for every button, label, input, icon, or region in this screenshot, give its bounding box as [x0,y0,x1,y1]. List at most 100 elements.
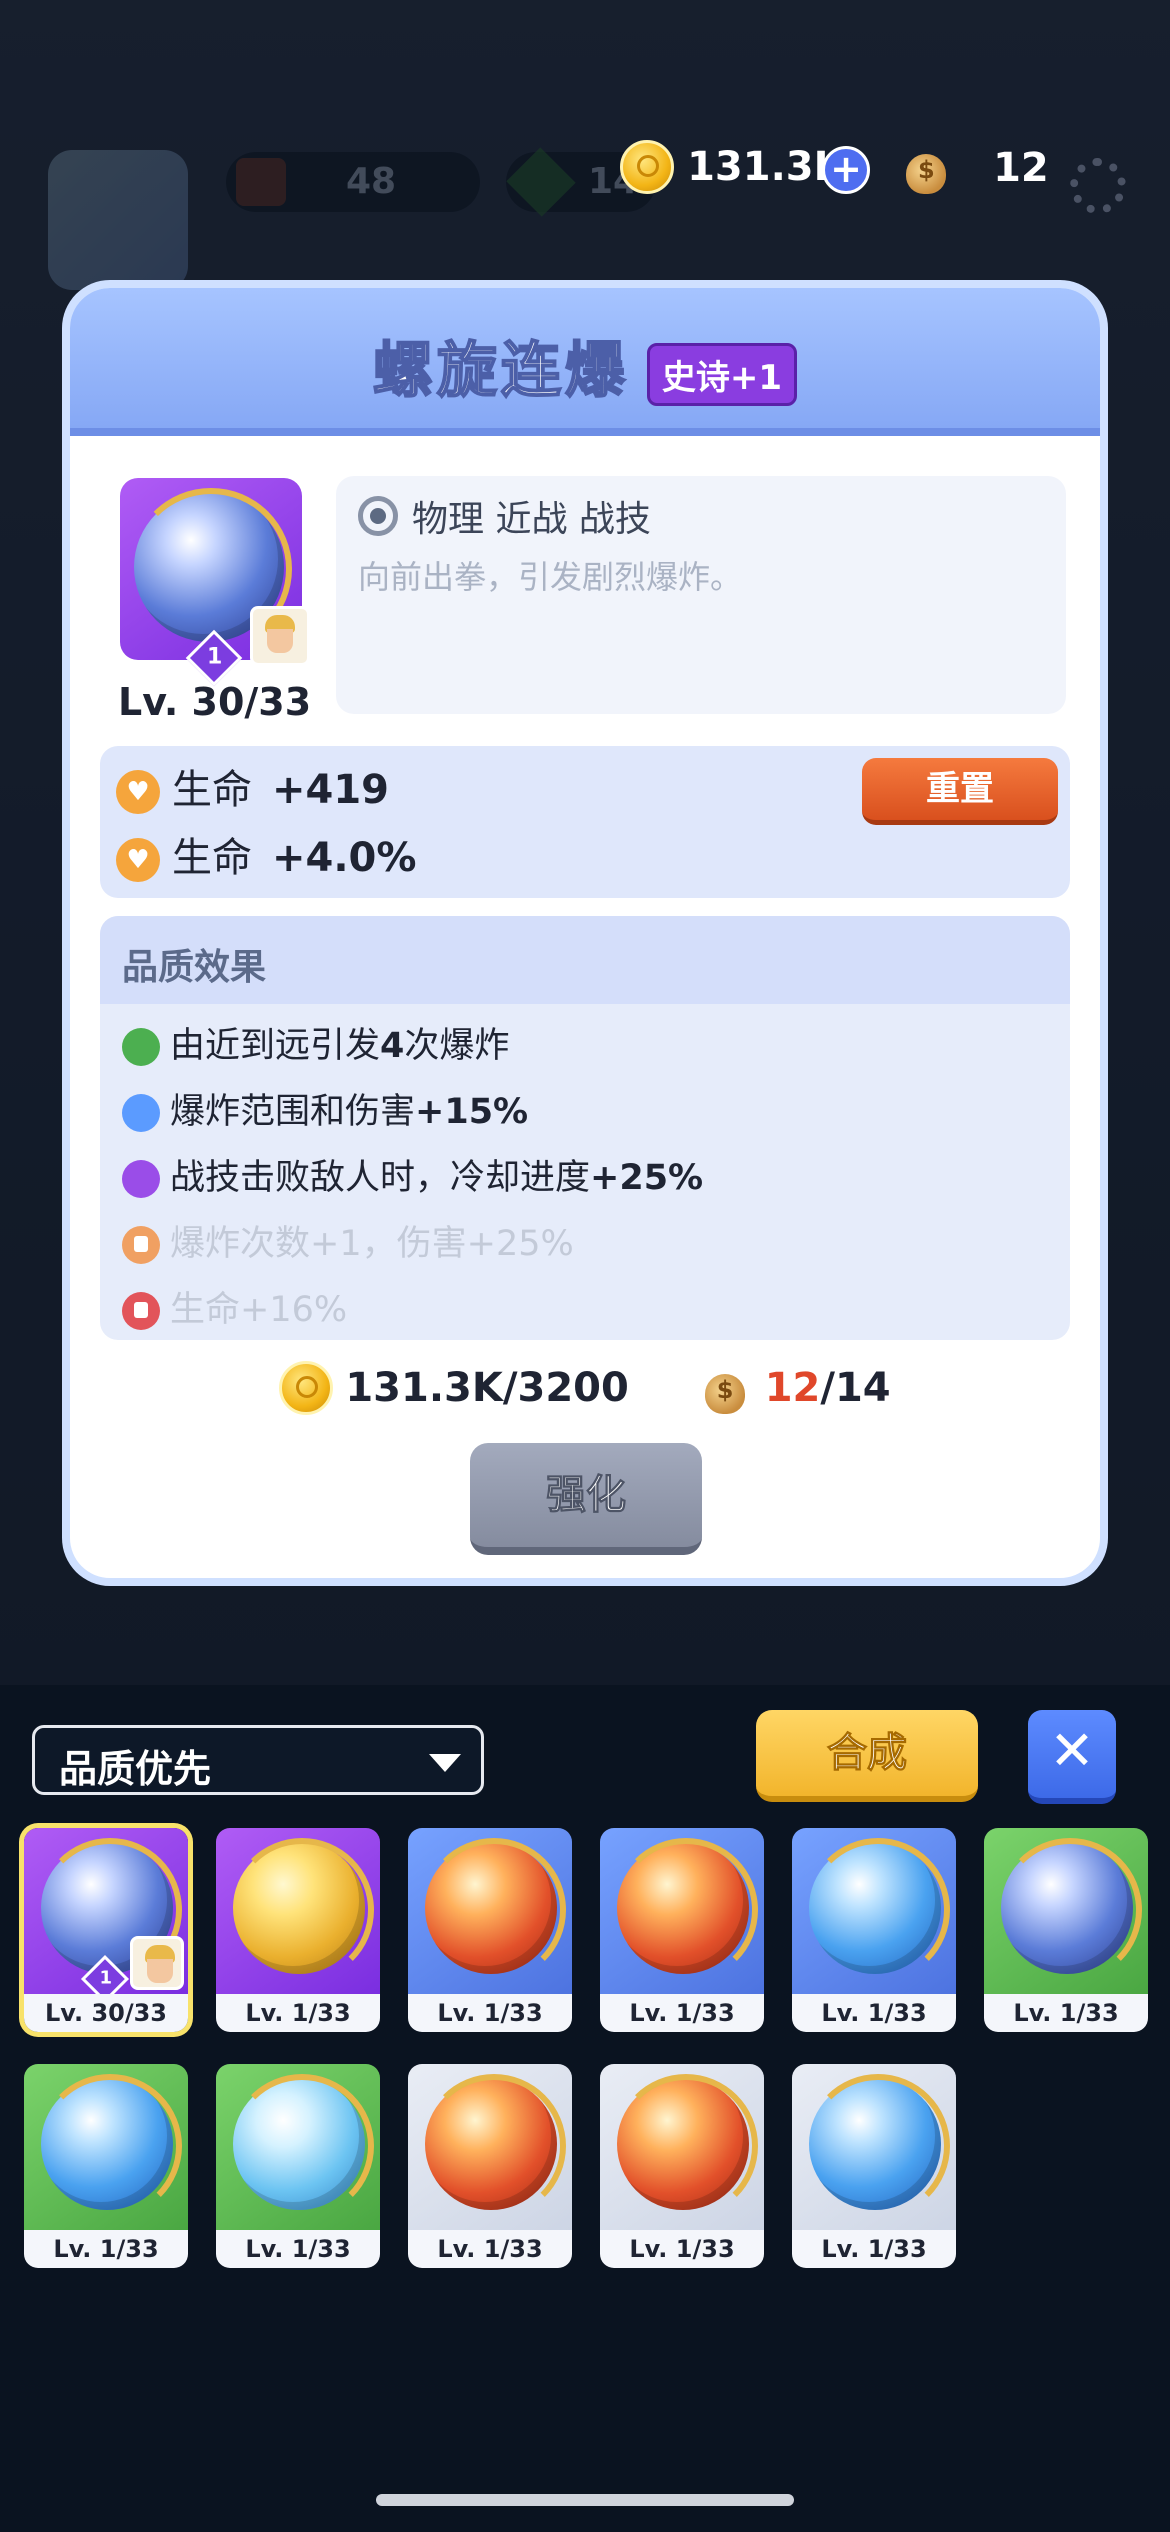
stat-row: 生命 +419 [116,760,389,820]
skill-title: 螺旋连爆 史诗+1 [70,322,1100,409]
stat-box: 生命 +419 生命 +4.0% 重置 [100,746,1070,898]
skill-card[interactable]: 1 Lv. 30/33 [24,1828,188,2032]
money-bag-icon [697,1360,753,1416]
lock-icon [122,1226,160,1264]
quality-dot-icon [122,1094,160,1132]
skill-card[interactable]: Lv. 1/33 [408,1828,572,2032]
add-gold-button[interactable]: + [822,146,870,194]
skill-card[interactable]: Lv. 1/33 [792,1828,956,2032]
coin-icon [279,1361,334,1415]
orb-frame [998,1838,1142,1982]
effect-text: 爆炸次数 [170,1224,311,1264]
skill-name: 螺旋连爆 [372,335,629,407]
orb-frame [806,2074,950,2218]
orb-frame [806,1838,950,1982]
quality-effect-locked: 爆炸次数+1，伤害+25% [122,1216,574,1272]
gear-icon[interactable] [1070,158,1126,214]
quality-effect-locked: 生命+16% [122,1282,347,1338]
effect-text: 爆炸范围和伤害 [170,1092,416,1132]
skill-card-level: Lv. 30/33 [24,1994,188,2032]
sort-dropdown[interactable]: 品质优先 [32,1725,484,1795]
quality-effect: 战技击败敌人时，冷却进度+25% [122,1150,703,1206]
heart-icon [116,770,160,814]
orb-frame [422,2074,566,2218]
money-bag-icon [898,140,954,196]
skill-card-level: Lv. 1/33 [600,2230,764,2268]
effect-text: 由近到远引发 [170,1026,381,1066]
coin-icon [620,140,674,194]
effect-value: +25% [590,1158,704,1198]
skill-icon: 1 [120,478,310,687]
skill-card-level: Lv. 1/33 [984,1994,1148,2032]
rarity-tag: 史诗+1 [646,342,798,406]
stat-row: 生命 +4.0% [116,828,416,888]
skill-card-art [216,2064,380,2230]
effect-text: 次爆炸 [404,1026,510,1066]
skill-card[interactable]: Lv. 1/33 [600,2064,764,2268]
panel-header: 螺旋连爆 史诗+1 [70,288,1100,436]
skill-card-level: Lv. 1/33 [600,1994,764,2032]
skill-card-art [24,2064,188,2230]
quality-dot-icon [122,1028,160,1066]
skill-card-level: Lv. 1/33 [216,2230,380,2268]
skill-card[interactable]: Lv. 1/33 [600,1828,764,2032]
skill-card[interactable]: Lv. 1/33 [216,1828,380,2032]
chevron-down-icon [429,1754,461,1772]
quality-effect: 爆炸范围和伤害+15% [122,1084,528,1140]
stat-value: +419 [272,767,390,813]
target-icon [358,496,398,536]
gold-have: 131.3K [345,1365,503,1411]
upgrade-cost: 131.3K/3200 12/14 [70,1360,1100,1416]
orb-frame [422,1838,566,1982]
orb-frame [38,2074,182,2218]
lock-icon [122,1292,160,1330]
skill-card[interactable]: Lv. 1/33 [984,1828,1148,2032]
skill-card[interactable]: Lv. 1/33 [24,2064,188,2268]
effect-text: 战技击败敌人时，冷却进度 [170,1158,591,1198]
gold-amount: 131.3K [687,144,845,190]
skill-card-level: Lv. 1/33 [24,2230,188,2268]
effect-value: +16% [240,1290,348,1330]
skill-card-art [408,1828,572,1994]
skill-card-level: Lv. 1/33 [408,1994,572,2032]
orb-frame [614,2074,758,2218]
skill-card-art [984,1828,1148,1994]
quality-title: 品质效果 [122,947,267,988]
stat-label: 生命 [172,767,252,813]
skill-card-art: 1 [24,1828,188,2004]
skill-card-art [216,1828,380,1994]
effect-value: +15% [415,1092,529,1132]
quality-header: 品质效果 [100,916,1070,1004]
upgrade-button[interactable]: 强化 [470,1443,702,1555]
heart-icon [116,838,160,882]
bag-amount: 12 [993,145,1049,191]
skill-card[interactable]: Lv. 1/33 [792,2064,956,2268]
skill-card-level: Lv. 1/33 [216,1994,380,2032]
close-button[interactable]: ✕ [1028,1710,1116,1804]
skill-card-art [408,2064,572,2230]
skill-detail-panel: 螺旋连爆 史诗+1 1 Lv. 30/33 物理 近战 战技 向前出拳，引发剧烈爆… [70,288,1100,1578]
effect-value: 4 [380,1026,405,1066]
sort-label: 品质优先 [59,1747,212,1791]
skill-card-art [600,1828,764,1994]
orb-frame [230,1838,374,1982]
bag-have: 12 [764,1365,821,1411]
skill-card[interactable]: Lv. 1/33 [216,2064,380,2268]
skill-card[interactable]: Lv. 1/33 [408,2064,572,2268]
rank-number: 1 [99,1967,112,1989]
merge-button[interactable]: 合成 [756,1710,978,1802]
skill-card-art [792,1828,956,1994]
hero-portrait-icon [130,1936,184,1990]
skill-level: Lv. 30/33 [118,680,312,724]
gold-need: /3200 [502,1365,629,1411]
skill-card-level: Lv. 1/33 [408,2230,572,2268]
home-indicator[interactable] [376,2494,794,2506]
effect-text: ，伤害+25% [361,1224,574,1264]
stat-label: 生命 [172,835,252,881]
reset-button[interactable]: 重置 [862,758,1058,825]
bag-need: /14 [820,1365,891,1411]
effect-value: +1 [310,1224,362,1264]
skill-card-level: Lv. 1/33 [792,2230,956,2268]
rank-number: 1 [207,644,223,670]
quality-effect: 由近到远引发4次爆炸 [122,1018,509,1074]
